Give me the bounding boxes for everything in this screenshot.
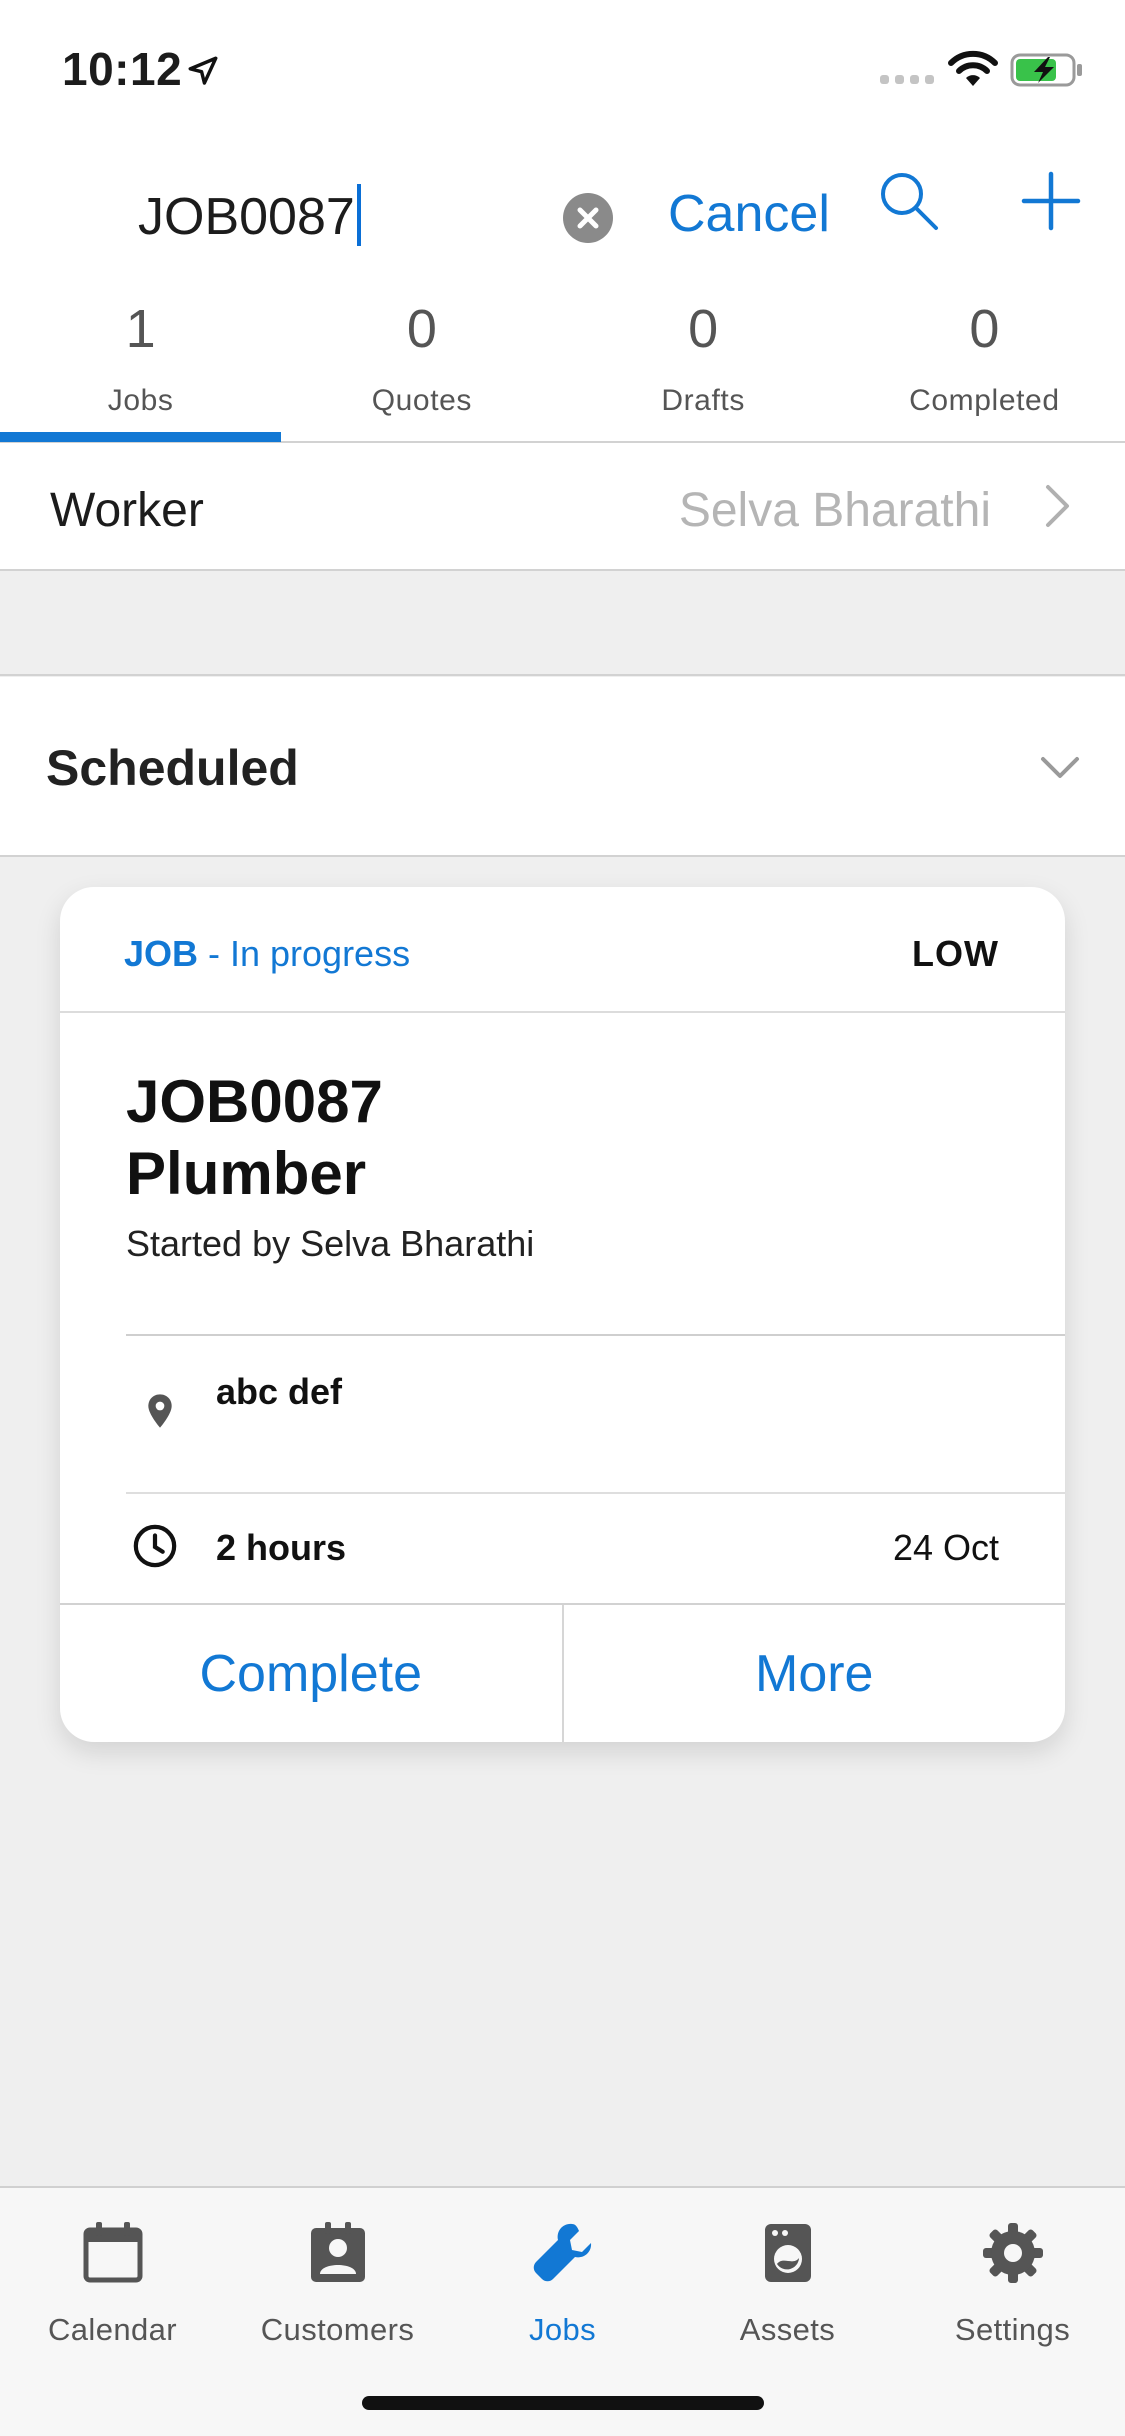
- chevron-right-icon: [1046, 485, 1069, 527]
- jobs-search-screen: 10:12 JOB0087 Cancel 1 Jobs 0 Quotes 0 D…: [0, 0, 1125, 2436]
- tab-label: Jobs: [107, 384, 174, 417]
- job-id: JOB0087: [126, 1068, 383, 1135]
- home-indicator[interactable]: [362, 2396, 764, 2410]
- divider: [126, 1334, 1065, 1336]
- status-time: 10:12: [62, 43, 183, 95]
- nav-label: Settings: [954, 2312, 1071, 2347]
- job-title: Plumber: [126, 1140, 367, 1207]
- text-cursor: [356, 184, 361, 246]
- job-card-header: JOB - In progress LOW: [60, 887, 1065, 1013]
- job-date: 24 Oct: [892, 1527, 999, 1568]
- job-type-label: JOB: [124, 933, 199, 974]
- gear-icon: [983, 2223, 1043, 2283]
- worker-value: Selva Bharathi: [678, 484, 991, 537]
- job-started-by: Started by Selva Bharathi: [126, 1223, 535, 1264]
- search-input[interactable]: JOB0087: [138, 184, 361, 247]
- job-address: abc def: [216, 1371, 343, 1412]
- wrench-icon: [533, 2223, 592, 2282]
- add-icon[interactable]: [1020, 170, 1082, 232]
- cellular-signal-icon: [880, 75, 934, 84]
- job-type-tabs: 1 Jobs 0 Quotes 0 Drafts 0 Completed: [0, 280, 1125, 443]
- divider: [126, 1492, 1065, 1494]
- tab-count: 1: [125, 299, 156, 359]
- calendar-icon: [83, 2222, 143, 2283]
- job-card-actions: Complete More: [60, 1603, 1065, 1742]
- worker-label: Worker: [50, 484, 204, 537]
- tab-count: 0: [969, 299, 1000, 359]
- section-title: Scheduled: [46, 740, 299, 796]
- section-spacer: [0, 571, 1125, 676]
- scheduled-section-header[interactable]: Scheduled: [0, 677, 1125, 857]
- nav-label: Jobs: [528, 2312, 597, 2347]
- tab-jobs[interactable]: 1 Jobs: [0, 280, 282, 442]
- wifi-icon: [948, 50, 998, 86]
- tab-count: 0: [688, 299, 719, 359]
- complete-button[interactable]: Complete: [60, 1605, 562, 1742]
- nav-label: Assets: [739, 2312, 836, 2347]
- search-icon[interactable]: [878, 170, 940, 232]
- tab-label: Drafts: [661, 384, 745, 417]
- nav-settings[interactable]: Settings: [900, 2208, 1125, 2348]
- location-arrow-icon: [188, 56, 218, 85]
- contact-badge-icon: [311, 2222, 365, 2282]
- priority-badge: LOW: [912, 933, 999, 974]
- tab-count: 0: [406, 299, 437, 359]
- location-pin-icon: [148, 1394, 172, 1428]
- clear-search-button[interactable]: [562, 192, 614, 244]
- tab-completed[interactable]: 0 Completed: [844, 280, 1125, 441]
- nav-label: Calendar: [47, 2312, 177, 2347]
- chevron-down-icon: [1041, 757, 1079, 778]
- search-bar: JOB0087 Cancel: [0, 140, 1125, 280]
- worker-filter-row[interactable]: Worker Selva Bharathi: [0, 443, 1125, 571]
- tab-label: Completed: [909, 384, 1060, 417]
- washing-machine-icon: [765, 2224, 811, 2282]
- status-bar: 10:12: [0, 0, 1125, 140]
- nav-calendar[interactable]: Calendar: [0, 2208, 225, 2348]
- cancel-button[interactable]: Cancel: [668, 184, 830, 244]
- tab-drafts[interactable]: 0 Drafts: [563, 280, 844, 441]
- clock-icon: [133, 1524, 177, 1568]
- tab-quotes[interactable]: 0 Quotes: [281, 280, 562, 441]
- more-button[interactable]: More: [561, 1605, 1066, 1742]
- nav-jobs[interactable]: Jobs: [450, 2208, 675, 2348]
- job-card[interactable]: JOB - In progress LOW JOB0087 Plumber St…: [60, 887, 1065, 1742]
- nav-assets[interactable]: Assets: [675, 2208, 900, 2348]
- search-query: JOB0087: [138, 188, 355, 246]
- job-duration: 2 hours: [216, 1527, 347, 1568]
- nav-label: Customers: [260, 2312, 415, 2347]
- job-status-label: - In progress: [208, 933, 411, 974]
- nav-customers[interactable]: Customers: [225, 2208, 450, 2348]
- tab-label: Quotes: [371, 384, 473, 417]
- battery-charging-icon: [1010, 53, 1082, 87]
